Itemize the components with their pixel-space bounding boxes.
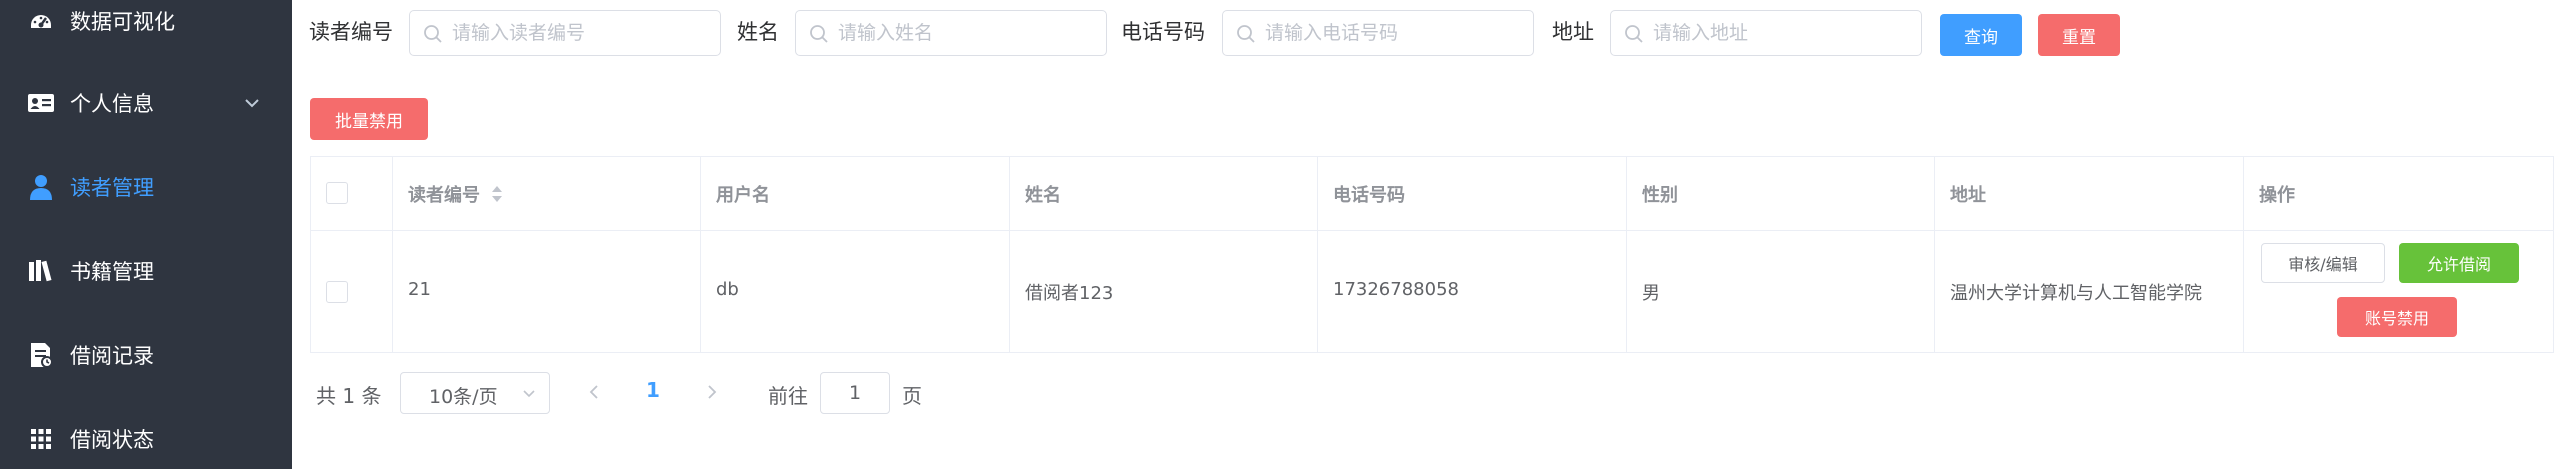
dashboard-icon xyxy=(26,6,56,36)
cell-name: 借阅者123 xyxy=(1025,283,1114,304)
page-size-select[interactable]: 10条/页 xyxy=(400,372,550,414)
goto-page-input[interactable] xyxy=(821,373,889,413)
document-icon xyxy=(26,340,56,370)
sidebar-item-book-management[interactable]: 书籍管理 xyxy=(0,236,292,306)
sidebar-item-reader-management[interactable]: 读者管理 xyxy=(0,152,292,222)
sidebar-item-personal-info[interactable]: 个人信息 xyxy=(0,68,292,138)
page-number-current[interactable]: 1 xyxy=(646,378,660,402)
chevron-down-icon xyxy=(523,390,535,398)
goto-page-field[interactable] xyxy=(820,372,890,414)
cell-phone: 17326788058 xyxy=(1333,279,1459,300)
sidebar-item-borrow-records[interactable]: 借阅记录 xyxy=(0,320,292,390)
cell-address: 温州大学计算机与人工智能学院 xyxy=(1950,283,2202,304)
column-header-phone: 电话号码 xyxy=(1333,185,1405,206)
row-checkbox[interactable] xyxy=(326,281,348,303)
sidebar-item-label: 个人信息 xyxy=(70,92,154,116)
search-icon xyxy=(810,25,828,43)
column-header-label: 读者编号 xyxy=(408,185,480,206)
column-divider xyxy=(1009,157,1010,352)
sidebar: 数据可视化 个人信息 读者管理 书籍管理 借阅记录 借阅状态 xyxy=(0,0,292,469)
phone-field[interactable] xyxy=(1222,10,1534,56)
audit-edit-button[interactable]: 审核/编辑 xyxy=(2261,243,2385,283)
search-icon xyxy=(424,25,442,43)
prev-page-icon[interactable] xyxy=(584,380,604,404)
cell-reader-id: 21 xyxy=(408,279,431,300)
reader-id-input[interactable] xyxy=(452,11,712,55)
disable-account-button[interactable]: 账号禁用 xyxy=(2337,297,2457,337)
sidebar-item-label: 借阅状态 xyxy=(70,428,154,452)
reader-id-field[interactable] xyxy=(409,10,721,56)
name-label: 姓名 xyxy=(737,20,779,44)
reader-id-label: 读者编号 xyxy=(309,20,393,44)
goto-label: 前往 xyxy=(768,384,808,408)
column-header-gender: 性别 xyxy=(1642,185,1678,206)
column-header-name: 姓名 xyxy=(1025,185,1061,206)
sidebar-item-label: 读者管理 xyxy=(70,176,154,200)
batch-disable-button[interactable]: 批量禁用 xyxy=(310,98,428,140)
address-field[interactable] xyxy=(1610,10,1922,56)
id-card-icon xyxy=(26,88,56,118)
next-page-icon[interactable] xyxy=(702,380,722,404)
column-header-address: 地址 xyxy=(1950,185,1986,206)
column-divider xyxy=(1626,157,1627,352)
cell-gender: 男 xyxy=(1642,283,1660,304)
sidebar-item-label: 借阅记录 xyxy=(70,344,154,368)
cell-username: db xyxy=(716,279,739,300)
search-icon xyxy=(1237,25,1255,43)
user-icon xyxy=(26,172,56,202)
sidebar-item-label: 书籍管理 xyxy=(70,260,154,284)
phone-label: 电话号码 xyxy=(1121,20,1205,44)
column-divider xyxy=(1934,157,1935,352)
books-icon xyxy=(26,256,56,286)
table-divider xyxy=(311,230,2553,231)
column-header-actions: 操作 xyxy=(2259,185,2295,206)
page-size-value: 10条/页 xyxy=(429,386,498,408)
address-label: 地址 xyxy=(1552,20,1594,44)
reader-table: 读者编号 用户名 姓名 电话号码 性别 地址 操作 21 db 借阅者123 1… xyxy=(310,156,2554,353)
sidebar-item-data-visualization[interactable]: 数据可视化 xyxy=(0,0,292,56)
allow-borrow-button[interactable]: 允许借阅 xyxy=(2399,243,2519,283)
page-suffix-label: 页 xyxy=(902,384,922,408)
address-input[interactable] xyxy=(1653,11,1913,55)
query-button[interactable]: 查询 xyxy=(1940,14,2022,56)
column-divider xyxy=(2243,157,2244,352)
select-all-checkbox[interactable] xyxy=(326,182,348,204)
column-header-username: 用户名 xyxy=(716,185,770,206)
reset-button[interactable]: 重置 xyxy=(2038,14,2120,56)
sort-icon[interactable] xyxy=(490,183,504,205)
name-input[interactable] xyxy=(838,11,1098,55)
column-divider xyxy=(1317,157,1318,352)
grid-icon xyxy=(26,424,56,454)
sidebar-item-label: 数据可视化 xyxy=(70,10,175,34)
column-divider xyxy=(392,157,393,352)
column-divider xyxy=(700,157,701,352)
column-header-reader-id[interactable]: 读者编号 xyxy=(408,181,504,207)
pagination-total: 共 1 条 xyxy=(316,384,382,408)
phone-input[interactable] xyxy=(1265,11,1525,55)
chevron-down-icon xyxy=(245,99,259,108)
sidebar-item-borrow-status[interactable]: 借阅状态 xyxy=(0,404,292,469)
name-field[interactable] xyxy=(795,10,1107,56)
search-icon xyxy=(1625,25,1643,43)
